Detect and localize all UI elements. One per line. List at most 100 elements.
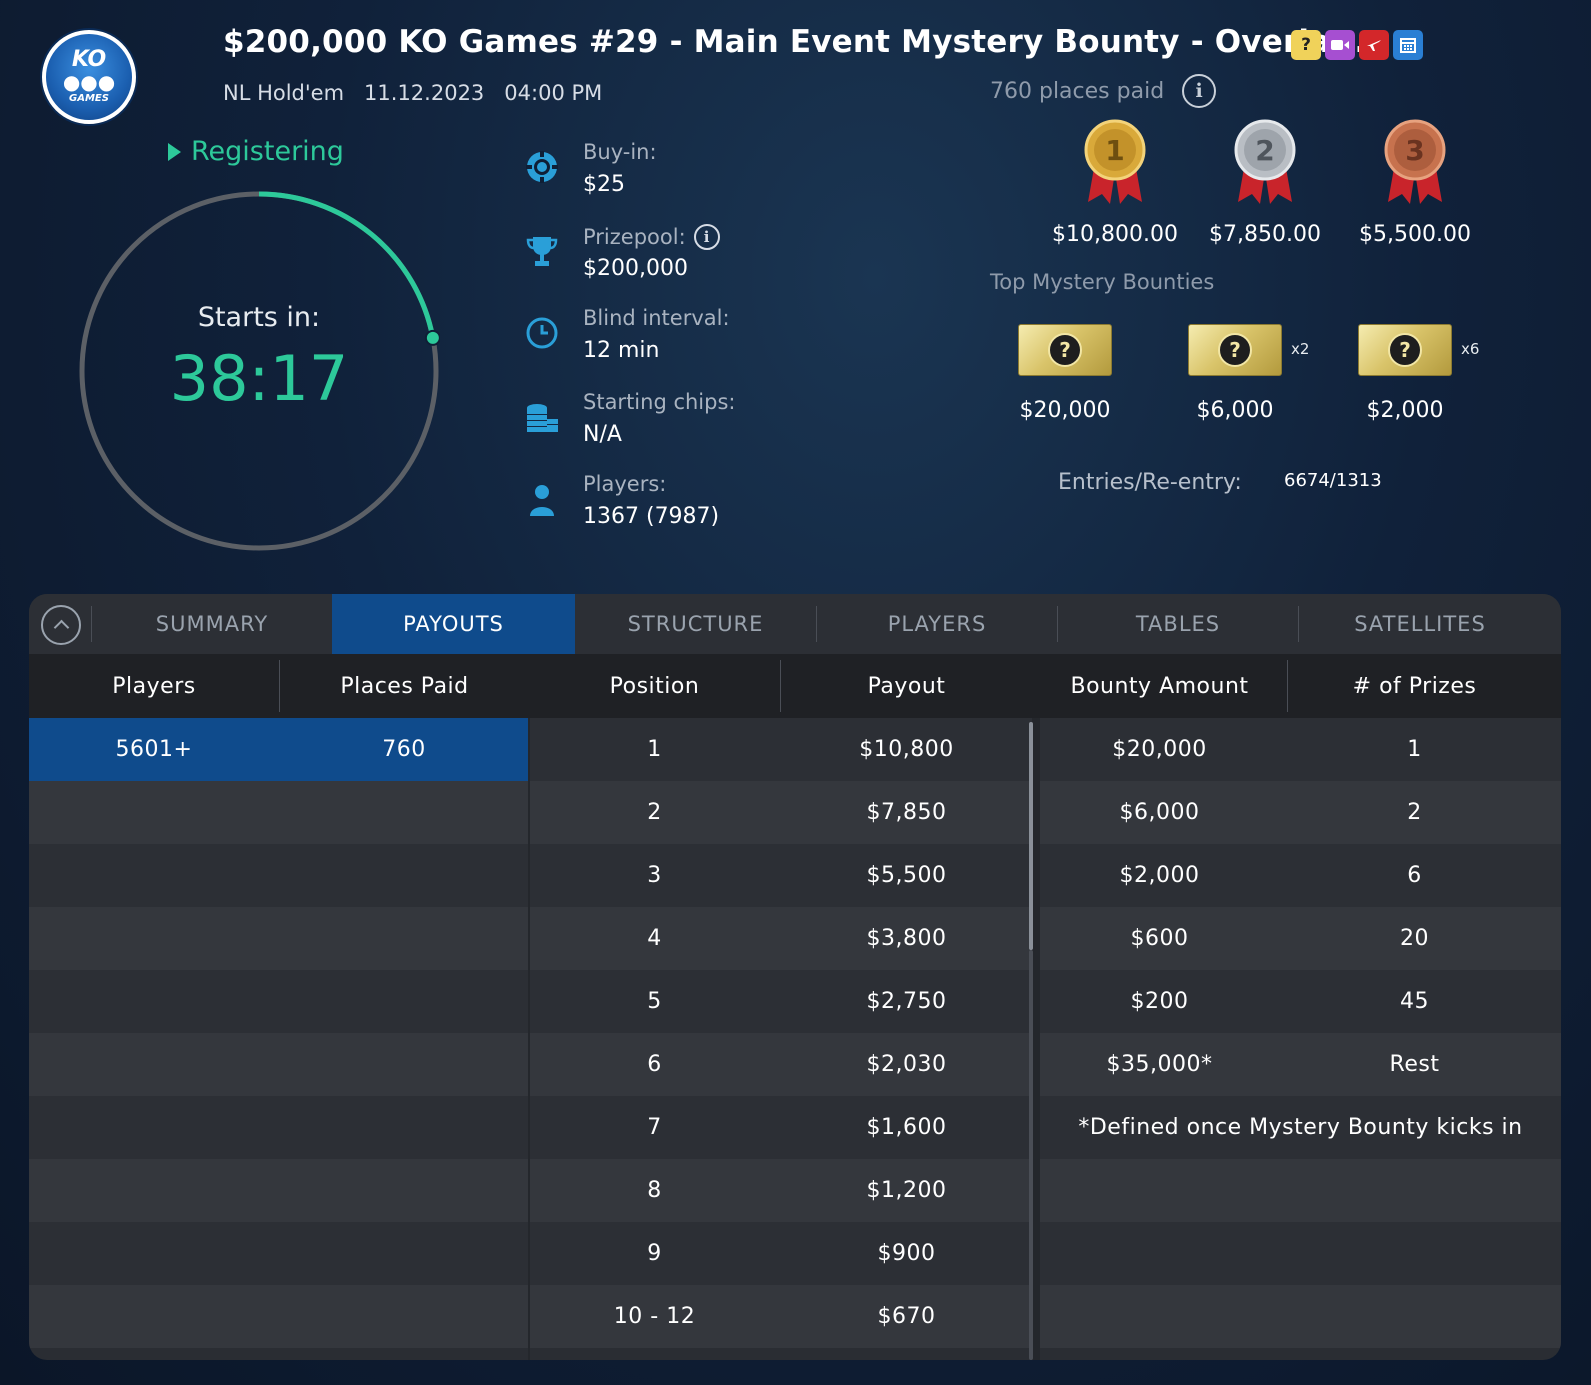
table-row: 6 $2,030 $35,000* Rest	[29, 1033, 1561, 1096]
table-row: 8 $1,200	[29, 1159, 1561, 1222]
blind-interval-info: Blind interval: 12 min	[525, 306, 925, 366]
places-paid: 760 places paid i	[990, 74, 1217, 108]
position-cell: 7	[647, 1115, 662, 1140]
calendar-icon	[1393, 30, 1423, 60]
top-bounty-amount-1: $20,000	[1019, 398, 1111, 423]
registration-status: Registering	[168, 136, 344, 167]
registration-status-label: Registering	[191, 136, 344, 167]
bronze-medal-icon: 3	[1384, 119, 1446, 204]
position-cell: 1	[647, 737, 662, 762]
video-icon	[1325, 30, 1355, 60]
bounty-multiplier: x2	[1291, 340, 1310, 358]
gold-medal-icon: 1	[1084, 119, 1146, 204]
logo-text: KO	[71, 47, 107, 72]
trophy-icon	[525, 234, 561, 270]
payout-scrollbar-thumb[interactable]	[1029, 722, 1033, 950]
top-bounty-amount-2: $6,000	[1196, 398, 1274, 423]
position-cell: 2	[647, 800, 662, 825]
table-row: 4 $3,800 $600 20	[29, 907, 1561, 970]
game-type: NL Hold'em	[223, 81, 345, 105]
mystery-bounty-card-icon: ?	[1018, 324, 1112, 376]
column-header-prize-count: # of Prizes	[1352, 673, 1477, 699]
prize-count-cell: 20	[1400, 926, 1429, 951]
poker-chip-icon	[525, 150, 561, 186]
tournament-title: $200,000 KO Games #29 - Main Event Myste…	[223, 24, 1367, 60]
payout-cell: $1,200	[866, 1178, 947, 1203]
countdown-value: 38:17	[169, 342, 349, 415]
column-header-places-paid: Places Paid	[340, 673, 469, 699]
starting-chips-info: Starting chips: N/A	[525, 390, 925, 450]
collapse-button[interactable]	[41, 605, 81, 645]
payout-cell: $10,800	[859, 737, 954, 762]
starts-in-label: Starts in:	[197, 302, 321, 333]
person-icon	[525, 482, 561, 518]
question-mark-icon: ?	[1388, 333, 1422, 367]
table-row: 10 - 12 $670	[29, 1285, 1561, 1348]
blind-interval-label: Blind interval:	[583, 306, 730, 330]
gold-medal-number: 1	[1105, 134, 1124, 167]
payout-cell: $5,500	[866, 863, 947, 888]
prizepool-label-text: Prizepool:	[583, 225, 686, 249]
entries-value: 6674/1313	[1284, 470, 1382, 491]
tab-bar: SUMMARY PAYOUTS STRUCTURE PLAYERS TABLES…	[29, 594, 1561, 654]
bounty-multiplier: x6	[1461, 340, 1480, 358]
bounty-amount-cell: $2,000	[1119, 863, 1200, 888]
starting-chips-label: Starting chips:	[583, 390, 736, 414]
prize-count-cell: 6	[1407, 863, 1422, 888]
top-mystery-bounties-label: Top Mystery Bounties	[990, 270, 1215, 294]
tab-satellites[interactable]: SATELLITES	[1299, 594, 1541, 654]
table-row: 2 $7,850 $6,000 2	[29, 781, 1561, 844]
prizepool-info: Prizepool: i $200,000	[525, 224, 925, 284]
column-header-position: Position	[609, 673, 700, 699]
position-cell: 10 - 12	[613, 1304, 696, 1329]
places-paid-tier: 760	[382, 737, 426, 762]
prize-count-cell: Rest	[1389, 1052, 1440, 1077]
clock-icon	[525, 316, 561, 352]
tab-payouts[interactable]: PAYOUTS	[332, 594, 575, 654]
starting-chips-value: N/A	[583, 422, 622, 447]
bounty-amount-cell: $20,000	[1112, 737, 1207, 762]
prize-count-cell: 2	[1407, 800, 1422, 825]
mystery-bounty-icon: ?	[1291, 30, 1321, 60]
table-row: 9 $900	[29, 1222, 1561, 1285]
column-header-players: Players	[112, 673, 196, 699]
tab-players[interactable]: PLAYERS	[817, 594, 1057, 654]
payout-cell: $1,600	[866, 1115, 947, 1140]
bounty-amount-cell: $200	[1130, 989, 1189, 1014]
tournament-subline: NL Hold'em 11.12.2023 04:00 PM	[223, 81, 602, 105]
question-mark-icon: ?	[1218, 333, 1252, 367]
chip-stack-icon	[525, 400, 561, 436]
question-mark-icon: ?	[1048, 333, 1082, 367]
buyin-info: Buy-in: $25	[525, 140, 925, 200]
players-info: Players: 1367 (7987)	[525, 472, 925, 532]
tab-tables[interactable]: TABLES	[1058, 594, 1298, 654]
prizepool-info-icon[interactable]: i	[693, 224, 720, 250]
payouts-table-header: Players Places Paid Position Payout Boun…	[29, 654, 1561, 718]
bronze-medal-number: 3	[1405, 134, 1424, 167]
bounty-amount-cell: $35,000*	[1106, 1052, 1213, 1077]
start-date: 11.12.2023	[364, 81, 485, 105]
payout-cell: $2,030	[866, 1052, 947, 1077]
tab-summary[interactable]: SUMMARY	[92, 594, 332, 654]
second-prize-amount: $7,850.00	[1209, 222, 1321, 247]
players-tier: 5601+	[115, 737, 193, 762]
flight-icon	[1359, 30, 1389, 60]
table-row: 7 $1,600 *Defined once Mystery Bounty kick…	[29, 1096, 1561, 1159]
bounty-footnote: *Defined once Mystery Bounty kicks in	[1078, 1115, 1523, 1140]
mystery-bounty-card-icon: ?	[1188, 324, 1282, 376]
silver-medal-number: 2	[1255, 134, 1274, 167]
tab-structure[interactable]: STRUCTURE	[575, 594, 816, 654]
places-paid-text: 760 places paid	[990, 78, 1165, 104]
third-prize-amount: $5,500.00	[1359, 222, 1471, 247]
start-time: 04:00 PM	[504, 81, 603, 105]
blind-interval-value: 12 min	[583, 338, 660, 363]
column-header-bounty-amount: Bounty Amount	[1070, 673, 1249, 699]
payout-scrollbar-track[interactable]	[1029, 950, 1033, 1360]
prizepool-label: Prizepool: i	[583, 224, 720, 250]
silver-medal-icon: 2	[1234, 119, 1296, 204]
places-paid-info-icon[interactable]: i	[1182, 74, 1217, 108]
mystery-bounty-card-icon: ?	[1358, 324, 1452, 376]
position-cell: 9	[647, 1241, 662, 1266]
play-icon	[168, 142, 181, 161]
selected-tier-row[interactable]: 5601+ 760	[29, 718, 529, 781]
